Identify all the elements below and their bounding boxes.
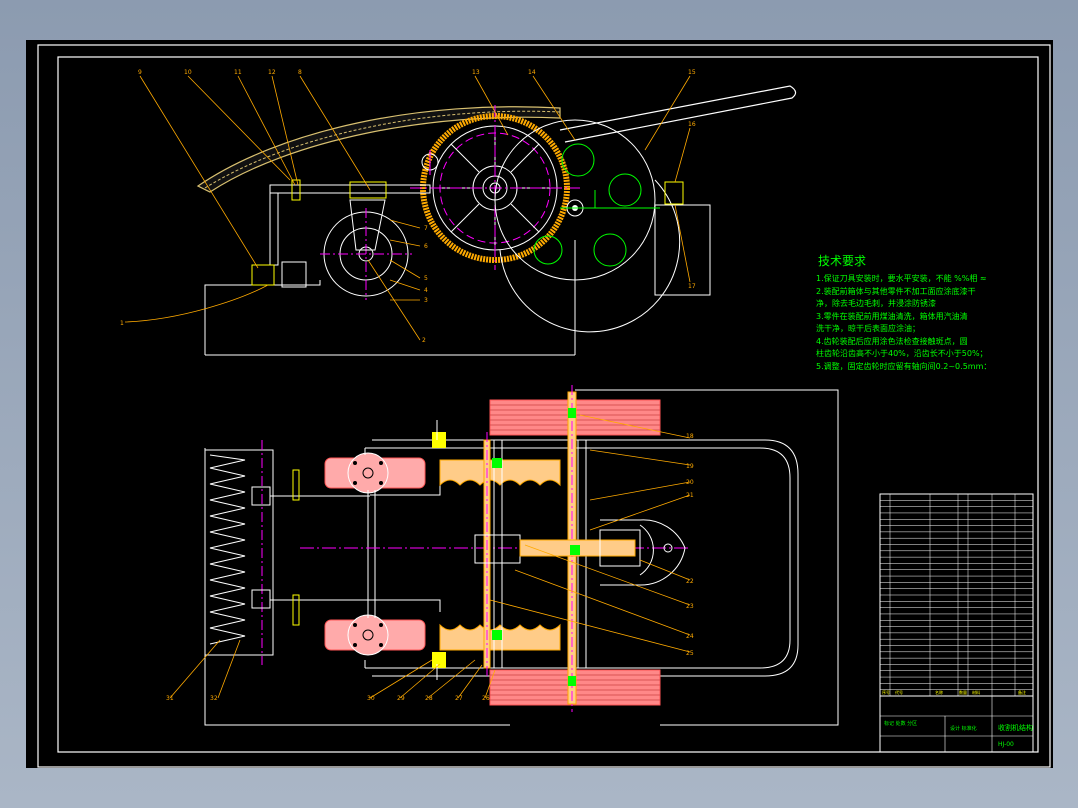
svg-text:18: 18 bbox=[686, 433, 694, 440]
svg-text:3: 3 bbox=[424, 297, 428, 304]
svg-text:21: 21 bbox=[686, 492, 694, 499]
tech-line: 5.调整，固定齿轮时应留有轴向间0.2~0.5mm： bbox=[816, 361, 991, 371]
bom-header-cell: 序号 bbox=[882, 689, 890, 695]
svg-text:24: 24 bbox=[686, 633, 694, 640]
bom-header-cell: 代号 bbox=[895, 689, 903, 695]
svg-text:30: 30 bbox=[367, 695, 375, 702]
tech-line: 3.零件在装配前用煤油清洗，箱体用汽油清 bbox=[816, 311, 968, 321]
svg-text:12: 12 bbox=[268, 69, 276, 76]
tech-line: 洗干净，晾干后表面应涂油； bbox=[816, 323, 920, 333]
cad-drawing: 9 10 11 12 8 13 14 15 16 17 1 2 7 6 5 4 … bbox=[26, 40, 1053, 768]
svg-text:19: 19 bbox=[686, 463, 694, 470]
svg-text:11: 11 bbox=[234, 69, 242, 76]
tech-line: 净，除去毛边毛刺，并浸涂防锈漆 bbox=[816, 298, 936, 308]
title-block-footer-mid: 设计 标准化 bbox=[950, 725, 977, 732]
tech-line: 4.齿轮装配后应用涂色法检查接触斑点，圆 bbox=[816, 336, 968, 346]
svg-text:28: 28 bbox=[425, 695, 433, 702]
tech-line: 1.保证刀具安装时，要水平安装，不能 %%相 ≈ bbox=[816, 273, 987, 283]
svg-text:22: 22 bbox=[686, 578, 694, 585]
svg-text:29: 29 bbox=[397, 695, 405, 702]
svg-text:31: 31 bbox=[166, 695, 174, 702]
title-block-code: HJ-00 bbox=[998, 741, 1014, 748]
svg-text:14: 14 bbox=[528, 69, 536, 76]
svg-text:25: 25 bbox=[686, 650, 694, 657]
svg-text:8: 8 bbox=[298, 69, 302, 76]
svg-text:23: 23 bbox=[686, 603, 694, 610]
svg-text:1: 1 bbox=[120, 320, 124, 327]
svg-text:2: 2 bbox=[422, 337, 426, 344]
bom-header-cell: 数量 bbox=[959, 689, 967, 695]
bom-header-cell: 名称 bbox=[935, 689, 943, 695]
bom-header-cell: 材料 bbox=[972, 689, 980, 695]
svg-text:26: 26 bbox=[482, 695, 490, 702]
svg-text:5: 5 bbox=[424, 275, 428, 282]
svg-text:9: 9 bbox=[138, 69, 142, 76]
svg-text:17: 17 bbox=[688, 283, 696, 290]
svg-text:16: 16 bbox=[688, 121, 696, 128]
title-block-footer-left: 标记 处数 分区 bbox=[884, 720, 917, 727]
svg-text:20: 20 bbox=[686, 479, 694, 486]
tech-title: 技术要求 bbox=[818, 254, 866, 268]
svg-text:27: 27 bbox=[455, 695, 463, 702]
tech-line: 柱齿轮沿齿高不小于40%，沿齿长不小于50%； bbox=[816, 348, 988, 358]
svg-text:13: 13 bbox=[472, 69, 480, 76]
svg-text:32: 32 bbox=[210, 695, 218, 702]
bom-header-cell: 备注 bbox=[1018, 689, 1026, 695]
tech-line: 2.装配前箱体与其他零件不加工面应涂底漆干 bbox=[816, 286, 976, 296]
svg-text:4: 4 bbox=[424, 287, 428, 294]
svg-text:15: 15 bbox=[688, 69, 696, 76]
title-block-name: 收割机结构 bbox=[998, 723, 1033, 732]
svg-text:7: 7 bbox=[424, 225, 428, 232]
svg-text:6: 6 bbox=[424, 243, 428, 250]
svg-text:10: 10 bbox=[184, 69, 192, 76]
